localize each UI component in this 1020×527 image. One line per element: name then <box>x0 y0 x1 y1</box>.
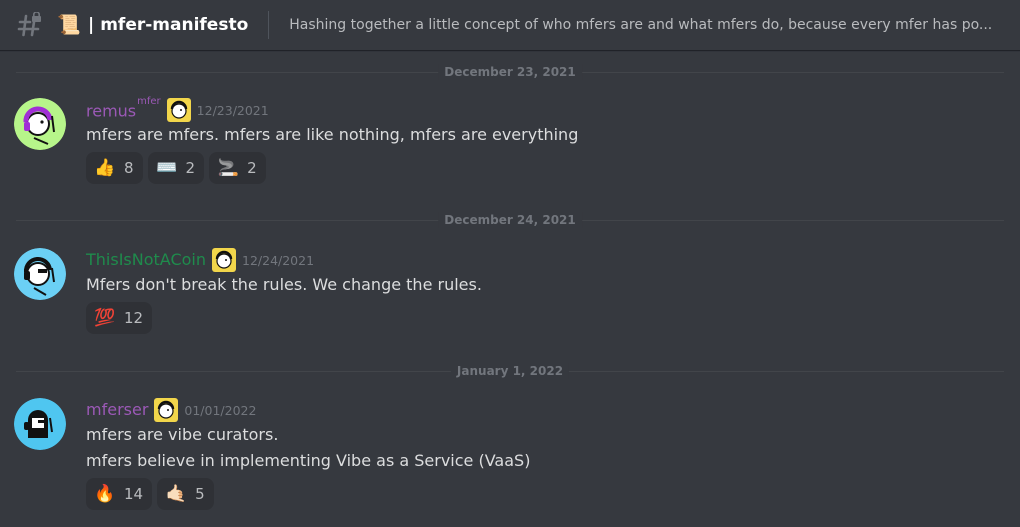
username[interactable]: remusmfer <box>86 96 161 121</box>
message-text: Mfers don't break the rules. We change t… <box>86 275 482 294</box>
avatar[interactable] <box>14 248 66 300</box>
reaction-count: 2 <box>247 159 257 177</box>
message-body: remusmfer 12/23/2021 mfers are mfers. mf… <box>86 96 996 184</box>
reaction-count: 8 <box>124 159 134 177</box>
message-body: mferser 01/01/2022 mfers are vibe curato… <box>86 398 996 510</box>
reaction-count: 14 <box>124 485 144 503</box>
avatar[interactable] <box>14 398 66 450</box>
message-body: ThisIsNotACoin 12/24/2021 Mfers don't br… <box>86 248 996 334</box>
text-channel-lock-icon <box>16 11 44 39</box>
timestamp: 01/01/2022 <box>184 402 257 418</box>
header-divider <box>268 11 270 39</box>
timestamp: 12/24/2021 <box>242 252 315 268</box>
hundred-points-icon: 💯 <box>94 307 116 328</box>
reaction-cigarette[interactable]: 🚬 2 <box>209 152 266 184</box>
message-header: ThisIsNotACoin 12/24/2021 <box>86 248 996 272</box>
message-text: mfers are mfers. mfers are like nothing,… <box>86 125 579 144</box>
user-tag: mfer <box>137 96 161 108</box>
message: remusmfer 12/23/2021 mfers are mfers. mf… <box>0 96 1020 190</box>
date-divider-label: December 24, 2021 <box>438 212 582 228</box>
thumbs-up-icon: 👍 <box>94 157 116 178</box>
reaction-thumbs-up[interactable]: 👍 8 <box>86 152 143 184</box>
reaction-call-me-hand[interactable]: 🤙🏻 5 <box>157 478 214 510</box>
reaction-count: 5 <box>195 485 205 503</box>
mfer-badge-icon <box>212 248 236 272</box>
date-divider-label: December 23, 2021 <box>438 64 582 80</box>
reaction-count: 12 <box>124 309 144 327</box>
date-divider-label: January 1, 2022 <box>450 363 570 379</box>
fire-icon: 🔥 <box>94 483 116 504</box>
username[interactable]: mferser <box>86 400 148 420</box>
mfer-badge-icon <box>166 98 191 122</box>
chat-window: 📜 | mfer-manifesto Hashing together a li… <box>0 0 1020 527</box>
mfer-badge-icon <box>154 398 179 422</box>
message: ThisIsNotACoin 12/24/2021 Mfers don't br… <box>0 248 1020 340</box>
call-me-hand-icon: 🤙🏻 <box>165 483 187 504</box>
title-separator: | <box>88 15 95 35</box>
message: mferser 01/01/2022 mfers are vibe curato… <box>0 398 1020 516</box>
reaction-fire[interactable]: 🔥 14 <box>86 478 153 510</box>
date-divider: December 24, 2021 <box>16 212 1004 228</box>
reactions: 🔥 14 🤙🏻 5 <box>86 478 996 510</box>
keyboard-icon: ⌨️ <box>155 157 178 178</box>
message-header: mferser 01/01/2022 <box>86 398 996 422</box>
timestamp: 12/23/2021 <box>196 102 269 118</box>
reactions: 👍 8 ⌨️ 2 🚬 2 <box>86 152 996 184</box>
avatar[interactable] <box>14 98 66 150</box>
reaction-keyboard[interactable]: ⌨️ 2 <box>147 152 205 184</box>
username-text[interactable]: remus <box>86 102 136 121</box>
channel-header: 📜 | mfer-manifesto Hashing together a li… <box>0 0 1020 50</box>
message-text: mfers believe in implementing Vibe as a … <box>86 451 531 470</box>
date-divider: December 23, 2021 <box>16 64 1004 80</box>
reaction-hundred-points[interactable]: 💯 12 <box>86 302 153 334</box>
message-text: mfers are vibe curators. <box>86 425 279 444</box>
message-header: remusmfer 12/23/2021 <box>86 96 996 122</box>
date-divider: January 1, 2022 <box>16 363 1004 379</box>
reaction-count: 2 <box>185 159 196 177</box>
channel-topic[interactable]: Hashing together a little concept of who… <box>289 17 1011 33</box>
scroll-icon: 📜 <box>57 13 81 36</box>
channel-name: mfer-manifesto <box>100 15 249 35</box>
reactions: 💯 12 <box>86 302 996 334</box>
cigarette-icon: 🚬 <box>217 157 239 178</box>
username[interactable]: ThisIsNotACoin <box>86 250 206 270</box>
